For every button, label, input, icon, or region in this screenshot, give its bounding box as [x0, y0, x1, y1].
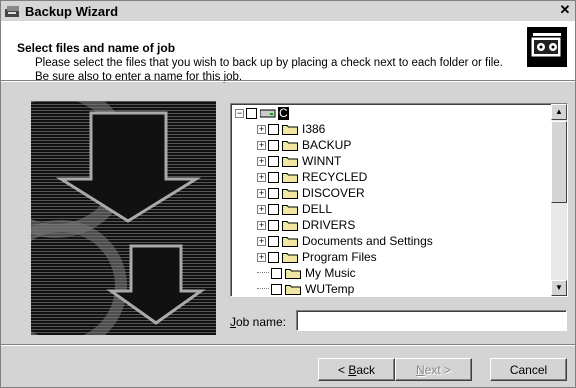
tree-folder-label[interactable]: WINNT — [302, 154, 341, 168]
folder-icon — [282, 156, 298, 167]
scroll-down-button[interactable]: ▼ — [551, 280, 567, 296]
expand-icon[interactable]: + — [257, 172, 266, 182]
tree-folder-label[interactable]: DISCOVER — [302, 186, 365, 200]
tree-root-label[interactable]: C — [278, 106, 289, 120]
tree-folder-row[interactable]: + I386 — [257, 121, 325, 137]
tree-folder-label[interactable]: WUTemp — [305, 282, 354, 296]
expand-icon[interactable]: + — [257, 252, 266, 262]
backup-tape-icon — [527, 27, 567, 67]
backup-app-icon — [5, 6, 19, 17]
wizard-side-art — [31, 101, 216, 335]
root-checkbox[interactable] — [246, 107, 257, 119]
cancel-label: Cancel — [509, 362, 548, 377]
tree-connector — [257, 288, 269, 290]
tree-folder-label[interactable]: Documents and Settings — [302, 234, 433, 248]
tree-folder-row[interactable]: My Music — [257, 265, 356, 281]
expand-icon[interactable]: + — [257, 156, 266, 166]
next-mnemonic: N — [415, 362, 425, 377]
expand-icon[interactable]: + — [257, 124, 266, 134]
tree-folder-row[interactable]: + BACKUP — [257, 137, 351, 153]
folder-checkbox[interactable] — [268, 123, 279, 135]
folder-icon — [282, 220, 298, 231]
back-prefix: < — [337, 362, 349, 377]
folder-icon — [282, 236, 298, 247]
job-name-label-rest: ob name: — [236, 315, 287, 329]
job-name-label: Job name: — [230, 315, 286, 329]
scroll-up-button[interactable]: ▲ — [551, 104, 567, 120]
close-button[interactable]: ✕ — [557, 3, 573, 18]
folder-checkbox[interactable] — [271, 283, 282, 295]
tree-folder-label[interactable]: DRIVERS — [302, 218, 355, 232]
header-divider — [1, 81, 575, 82]
next-rest: ext > — [424, 362, 452, 377]
folder-checkbox[interactable] — [271, 267, 282, 279]
folder-checkbox[interactable] — [268, 171, 279, 183]
expand-icon[interactable]: + — [257, 188, 266, 198]
tree-folder-row[interactable]: + Documents and Settings — [257, 233, 433, 249]
title-bar[interactable]: Backup Wizard ✕ — [1, 1, 575, 21]
tree-folder-row[interactable]: + Program Files — [257, 249, 377, 265]
folder-icon — [282, 140, 298, 151]
next-button[interactable]: Next > — [395, 358, 472, 381]
back-mnemonic: B — [348, 362, 357, 377]
tree-connector — [257, 272, 269, 274]
close-icon: ✕ — [559, 2, 571, 17]
folder-checkbox[interactable] — [268, 251, 279, 263]
window-title: Backup Wizard — [25, 3, 119, 19]
tree-folder-row[interactable]: WUTemp — [257, 281, 354, 296]
job-name-input[interactable] — [296, 310, 567, 331]
tree-folder-row[interactable]: + DISCOVER — [257, 185, 365, 201]
tree-folder-label[interactable]: My Music — [305, 266, 356, 280]
tree-folder-label[interactable]: DELL — [302, 202, 332, 216]
folder-icon — [282, 252, 298, 263]
expand-icon[interactable]: + — [257, 140, 266, 150]
tree-root-row[interactable]: − C — [235, 105, 289, 121]
folder-checkbox[interactable] — [268, 235, 279, 247]
collapse-icon[interactable]: − — [235, 108, 244, 118]
tree-folder-row[interactable]: + RECYCLED — [257, 169, 367, 185]
backup-wizard-window: Backup Wizard ✕ Select files and name of… — [0, 0, 576, 388]
back-rest: ack — [356, 362, 376, 377]
folder-checkbox[interactable] — [268, 219, 279, 231]
folder-icon — [282, 188, 298, 199]
folder-icon — [285, 284, 301, 295]
folder-icon — [282, 124, 298, 135]
page-description: Please select the files that you wish to… — [35, 57, 503, 83]
folder-checkbox[interactable] — [268, 203, 279, 215]
folder-checkbox[interactable] — [268, 139, 279, 151]
folder-checkbox[interactable] — [268, 155, 279, 167]
page-heading: Select files and name of job — [17, 41, 176, 55]
tree-folder-label[interactable]: Program Files — [302, 250, 377, 264]
tree-folder-label[interactable]: RECYCLED — [302, 170, 367, 184]
footer-divider-highlight — [1, 345, 575, 346]
drive-icon — [260, 109, 276, 117]
tree-folder-row[interactable]: + WINNT — [257, 153, 341, 169]
tree-scrollbar[interactable]: ▲ ▼ — [551, 104, 567, 296]
back-button[interactable]: < Back — [318, 358, 395, 381]
tree-folder-row[interactable]: + DRIVERS — [257, 217, 355, 233]
tree-folder-row[interactable]: + DELL — [257, 201, 332, 217]
folder-icon — [282, 204, 298, 215]
expand-icon[interactable]: + — [257, 204, 266, 214]
folder-icon — [285, 268, 301, 279]
folder-tree[interactable]: − C + I386 + BACKUP + WINNT + RECYCLED + DISCOVER… — [230, 103, 568, 297]
folder-checkbox[interactable] — [268, 187, 279, 199]
folder-icon — [282, 172, 298, 183]
expand-icon[interactable]: + — [257, 220, 266, 230]
expand-icon[interactable]: + — [257, 236, 266, 246]
scroll-thumb[interactable] — [551, 121, 567, 203]
tree-folder-label[interactable]: I386 — [302, 122, 325, 136]
tree-folder-label[interactable]: BACKUP — [302, 138, 351, 152]
cancel-button[interactable]: Cancel — [490, 358, 567, 381]
wizard-header: Select files and name of job Please sele… — [1, 21, 575, 83]
